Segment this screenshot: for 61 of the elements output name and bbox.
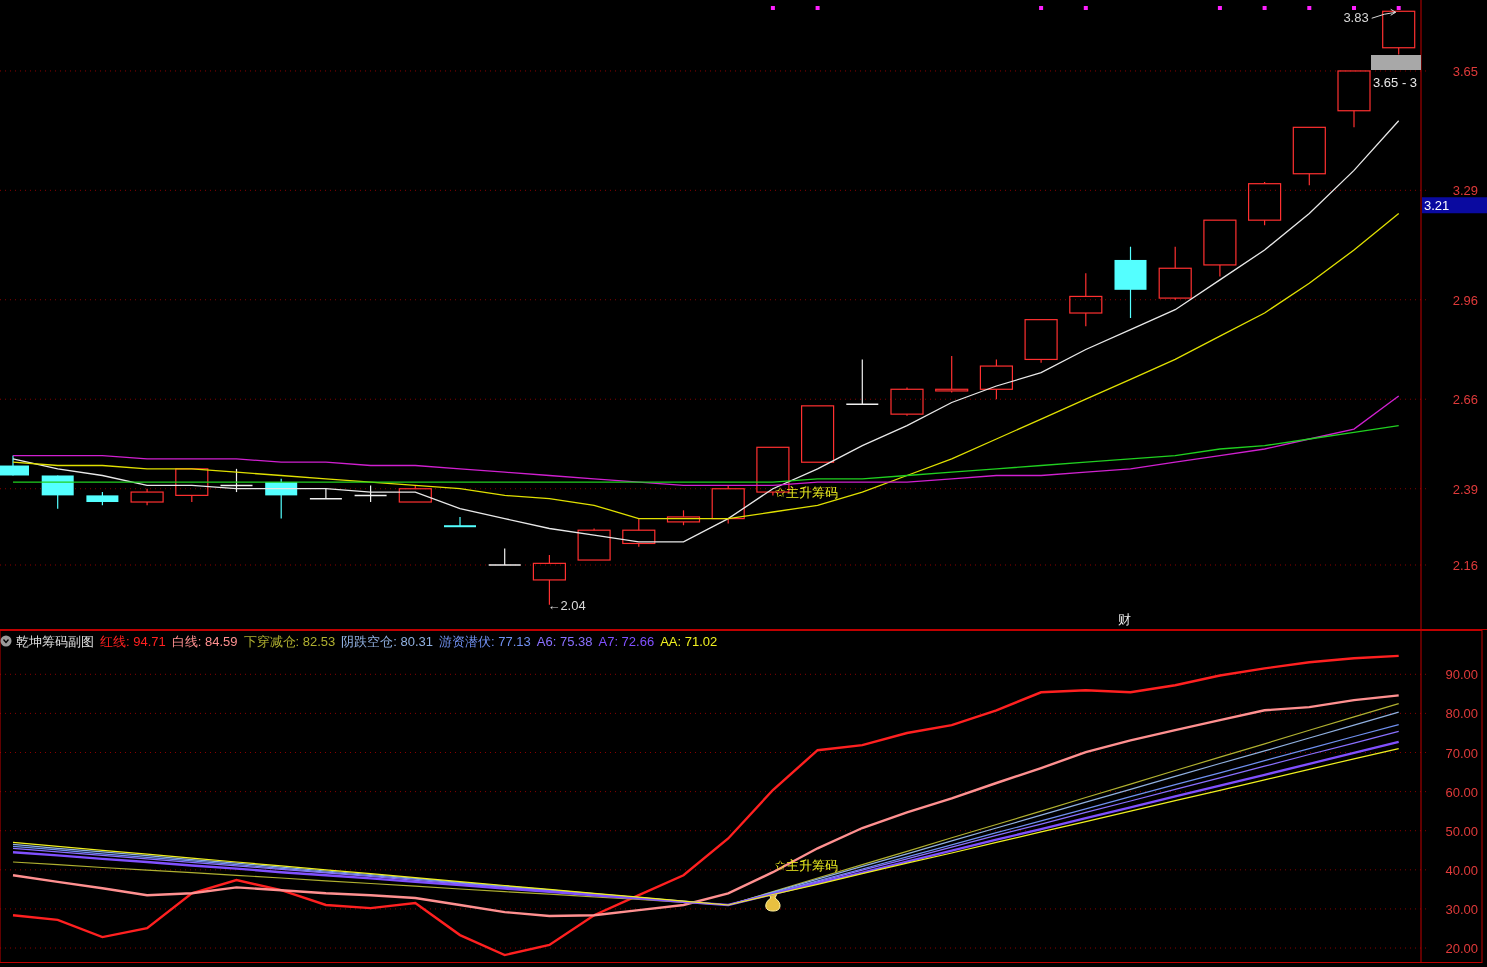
candlestick	[353, 484, 388, 503]
axis-label: 40.00	[1445, 862, 1478, 878]
axis-label: 90.00	[1445, 667, 1478, 683]
candlestick	[622, 518, 656, 548]
candlestick	[1069, 272, 1103, 327]
legend-value: 下穿减仓: 82.53	[243, 634, 336, 649]
axis-label: 50.00	[1445, 823, 1478, 839]
candlestick	[41, 474, 74, 510]
candlestick	[1382, 10, 1416, 55]
axis-label: 2.96	[1452, 292, 1478, 308]
legend-value: AA: 71.02	[660, 634, 718, 649]
candlestick	[309, 488, 343, 500]
price-tag: 3.21	[1422, 197, 1487, 214]
legend-value: 游资潜伏: 77.13	[439, 634, 531, 649]
candlestick	[577, 527, 611, 561]
candlestick	[979, 358, 1013, 400]
candlestick	[1024, 319, 1058, 364]
candlestick	[130, 488, 164, 506]
candlestick	[845, 358, 880, 405]
legend-value: A7: 72.66	[598, 634, 655, 649]
info-mark[interactable]: 财	[1118, 612, 1131, 627]
legend-value: A6: 75.38	[536, 634, 593, 649]
candlestick	[398, 484, 432, 503]
candlestick	[175, 468, 209, 503]
candlestick	[86, 491, 119, 506]
axis-label: 70.00	[1445, 745, 1478, 761]
candlestick	[265, 478, 298, 520]
candlestick	[0, 455, 29, 477]
candlestick	[801, 405, 835, 463]
candlestick	[1203, 219, 1237, 278]
candlestick	[1158, 246, 1192, 301]
axis-label: 2.39	[1452, 481, 1478, 497]
price-range-bar	[1370, 54, 1421, 70]
price-annotation: ←2.04	[547, 597, 586, 613]
axis-label: 30.00	[1445, 901, 1478, 917]
candlestick	[219, 468, 254, 493]
candlestick	[1292, 126, 1326, 186]
axis-label: 3.29	[1452, 183, 1478, 199]
axis-label: 2.16	[1452, 558, 1478, 573]
axis-label: 60.00	[1445, 784, 1478, 800]
candlestick	[935, 355, 969, 394]
candlestick	[1337, 70, 1371, 128]
candlestick	[711, 484, 745, 525]
candlestick	[444, 516, 476, 528]
pointer-arrow	[1371, 8, 1397, 19]
candlestick	[890, 387, 924, 417]
collapse-icon[interactable]	[0, 635, 12, 647]
axis-label: 80.00	[1445, 706, 1478, 722]
candlestick	[1248, 181, 1282, 226]
candlestick	[487, 547, 522, 566]
axis-label: 3.65	[1452, 63, 1478, 79]
legend-value: 白线: 84.59	[171, 634, 238, 649]
axis-label: 20.00	[1445, 941, 1478, 957]
axis-label: 2.66	[1452, 392, 1478, 408]
legend-value: 阴跌空仓: 80.31	[341, 634, 434, 649]
legend-value: 红线: 94.71	[100, 634, 166, 649]
indicator-title: 乾坤筹码副图	[16, 634, 94, 649]
money-bag-icon	[765, 893, 781, 912]
price-annotation: 3.83	[1343, 10, 1369, 26]
candlestick	[666, 509, 701, 526]
price-annotation: 3.65 - 3	[1372, 74, 1417, 90]
